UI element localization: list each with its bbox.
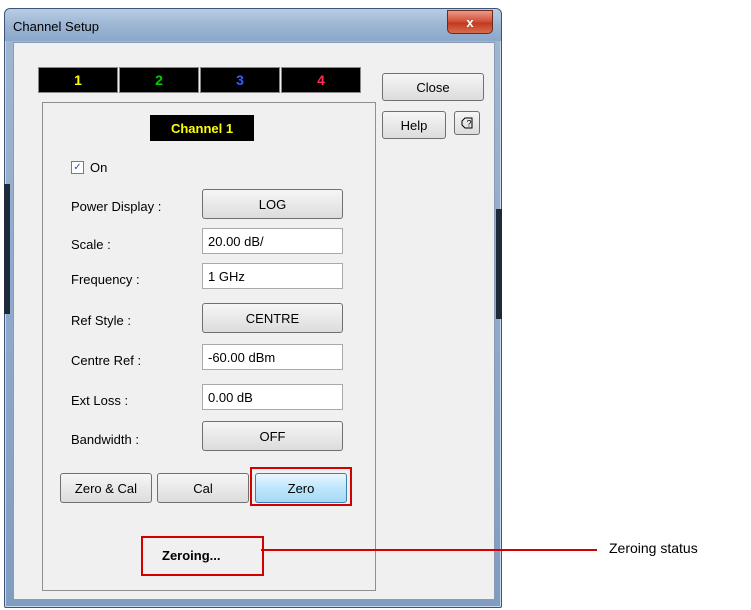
channel-tab-1[interactable]: 1 <box>38 67 118 93</box>
cal-button[interactable]: Cal <box>157 473 249 503</box>
power-display-value: LOG <box>258 196 287 212</box>
context-help-button[interactable]: ? <box>454 111 480 135</box>
window-title: Channel Setup <box>13 19 100 34</box>
frequency-field[interactable]: 1 GHz <box>202 263 343 289</box>
frequency-label: Frequency : <box>71 272 140 287</box>
zero-button[interactable]: Zero <box>255 473 347 503</box>
window-close-button[interactable]: x <box>447 10 493 34</box>
zero-label: Zero <box>287 480 315 496</box>
ext-loss-label: Ext Loss : <box>71 393 129 408</box>
on-checkbox-label: On <box>90 160 108 175</box>
zero-and-cal-label: Zero & Cal <box>74 480 138 496</box>
channel-setup-window: Channel Setup x 1 2 3 4 Close Help ? Cha… <box>4 8 502 608</box>
window-edge-shadow <box>496 209 502 319</box>
scale-label: Scale : <box>71 237 111 252</box>
close-button-label: Close <box>416 79 450 95</box>
channel-tab-label: 2 <box>155 72 163 88</box>
ref-style-label: Ref Style : <box>71 313 131 328</box>
centre-ref-field[interactable]: -60.00 dBm <box>202 344 343 370</box>
on-checkbox[interactable]: ✓ <box>71 161 84 174</box>
channel-tab-label: 4 <box>317 72 325 88</box>
dialog-client-area: 1 2 3 4 Close Help ? Channel 1 ✓ On Powe… <box>13 42 495 600</box>
scale-field[interactable]: 20.00 dB/ <box>202 228 343 254</box>
zeroing-status-text: Zeroing... <box>162 548 221 563</box>
close-icon: x <box>466 14 474 30</box>
zero-and-cal-button[interactable]: Zero & Cal <box>60 473 152 503</box>
window-edge-shadow <box>4 184 10 314</box>
bandwidth-label: Bandwidth : <box>71 432 139 447</box>
cal-label: Cal <box>193 480 213 496</box>
ref-style-value: CENTRE <box>245 310 300 326</box>
on-checkbox-row[interactable]: ✓ On <box>71 160 107 175</box>
channel-tab-label: 1 <box>74 72 82 88</box>
callout-label: Zeroing status <box>609 540 698 556</box>
context-help-icon: ? <box>461 117 473 129</box>
channel-settings-panel: Channel 1 ✓ On Power Display : LOG Scale… <box>42 102 376 591</box>
bandwidth-button[interactable]: OFF <box>202 421 343 451</box>
bandwidth-value: OFF <box>259 428 286 444</box>
close-button[interactable]: Close <box>382 73 484 101</box>
centre-ref-label: Centre Ref : <box>71 353 142 368</box>
ref-style-button[interactable]: CENTRE <box>202 303 343 333</box>
svg-text:?: ? <box>467 119 472 129</box>
channel-title: Channel 1 <box>150 115 254 141</box>
help-button-label: Help <box>400 117 428 133</box>
channel-tab-4[interactable]: 4 <box>281 67 361 93</box>
help-button[interactable]: Help <box>382 111 446 139</box>
power-display-button[interactable]: LOG <box>202 189 343 219</box>
callout-line <box>261 549 597 551</box>
channel-tab-label: 3 <box>236 72 244 88</box>
title-bar[interactable]: Channel Setup x <box>5 9 501 41</box>
ext-loss-field[interactable]: 0.00 dB <box>202 384 343 410</box>
channel-tab-2[interactable]: 2 <box>119 67 199 93</box>
power-display-label: Power Display : <box>71 199 162 214</box>
channel-tab-3[interactable]: 3 <box>200 67 280 93</box>
